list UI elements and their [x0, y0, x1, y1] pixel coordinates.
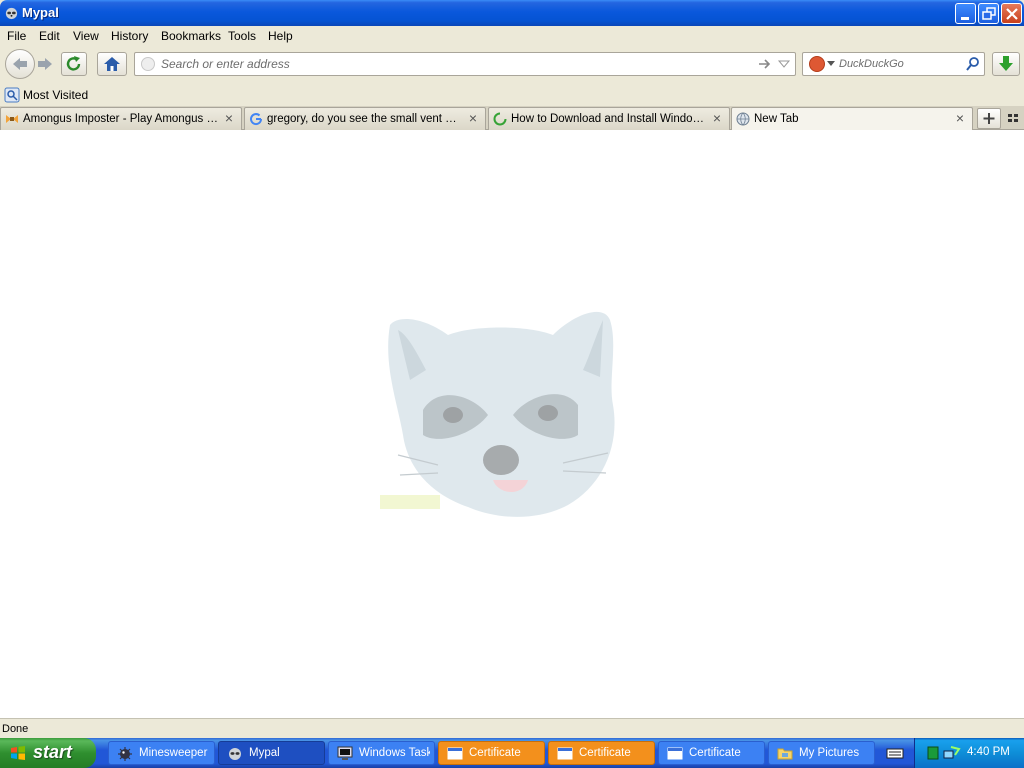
menu-bar: File Edit View History Bookmarks Tools H…: [0, 26, 1024, 46]
address-bar[interactable]: [134, 52, 796, 76]
taskbar-item-certificate-1[interactable]: Certificate: [438, 741, 545, 765]
home-button[interactable]: [97, 52, 127, 76]
raccoon-icon: [5, 7, 18, 20]
search-input[interactable]: [839, 56, 963, 72]
start-button[interactable]: start: [0, 738, 96, 768]
minimize-icon: [961, 17, 969, 20]
task-label: Certificate: [689, 747, 741, 759]
menu-bookmarks[interactable]: Bookmarks: [161, 29, 221, 43]
identity-globe-icon: [141, 57, 155, 71]
start-label: start: [33, 742, 73, 762]
task-manager-icon: [337, 746, 353, 760]
clock[interactable]: 4:40 PM: [967, 746, 1010, 758]
tab-label: Amongus Imposter - Play Amongus Imposter: [23, 113, 219, 125]
tab-close-icon[interactable]: ×: [222, 111, 236, 125]
taskbar-item-certificate-3[interactable]: Certificate: [658, 741, 765, 765]
task-label: Certificate: [579, 747, 631, 759]
menu-tools[interactable]: Tools: [228, 29, 256, 43]
taskbar-item-certificate-2[interactable]: Certificate: [548, 741, 655, 765]
task-label: My Pictures: [799, 747, 860, 759]
tab-windows-xp-download[interactable]: How to Download and Install Windows XP ×: [488, 107, 730, 130]
tray-app-icon[interactable]: [927, 746, 939, 760]
dropdown-arrow-icon[interactable]: [777, 58, 791, 70]
close-icon: [1006, 8, 1018, 20]
downloads-button[interactable]: [992, 52, 1020, 76]
tab-amongus[interactable]: Amongus Imposter - Play Amongus Imposter…: [0, 107, 242, 130]
forward-arrow-icon: [38, 58, 52, 70]
menu-view[interactable]: View: [73, 29, 99, 43]
taskbar-item-task-manager[interactable]: Windows Task Manager: [328, 741, 435, 765]
grid-icon: [1008, 114, 1018, 122]
task-label: Windows Task Manager: [359, 747, 430, 759]
go-arrow-icon[interactable]: [757, 57, 773, 71]
folder-icon: [777, 748, 793, 760]
most-visited-icon: [4, 87, 20, 103]
tab-label: How to Download and Install Windows XP: [511, 113, 707, 125]
tab-label: New Tab: [754, 113, 799, 125]
duckduckgo-icon[interactable]: [809, 56, 825, 72]
tab-new-tab[interactable]: New Tab ×: [731, 107, 973, 131]
system-tray: 4:40 PM: [914, 738, 1024, 768]
menu-help[interactable]: Help: [268, 29, 293, 43]
window-icon: [557, 747, 573, 760]
url-input[interactable]: [161, 56, 751, 72]
keyboard-icon: [886, 748, 904, 759]
taskbar-item-my-pictures[interactable]: My Pictures: [768, 741, 875, 765]
search-icon[interactable]: [965, 56, 981, 72]
globe-favicon: [736, 112, 750, 126]
network-icon[interactable]: [943, 745, 961, 761]
game-favicon: [6, 115, 18, 123]
menu-file[interactable]: File: [7, 29, 26, 43]
taskbar-item-mypal[interactable]: Mypal: [218, 741, 325, 765]
back-button[interactable]: [5, 49, 35, 79]
new-tab-page: [0, 130, 1024, 718]
reload-button[interactable]: [61, 52, 87, 76]
tab-close-icon[interactable]: ×: [953, 111, 967, 125]
loading-spinner-icon: [493, 112, 507, 126]
status-bar: Done: [0, 718, 1024, 738]
tab-label: gregory, do you see the small vent on th…: [267, 113, 463, 125]
menu-edit[interactable]: Edit: [39, 29, 60, 43]
new-tab-button[interactable]: [977, 108, 1001, 129]
engine-dropdown-icon[interactable]: [827, 61, 835, 67]
navigation-toolbar: [0, 46, 1024, 84]
all-tabs-button[interactable]: [1006, 110, 1020, 126]
mypal-raccoon-logo: [380, 311, 615, 517]
close-button[interactable]: [1001, 3, 1022, 24]
bookmark-label: Most Visited: [23, 88, 89, 102]
taskbar: start Minesweeper Mypal Windows Task Man…: [0, 738, 1024, 768]
tab-strip: Amongus Imposter - Play Amongus Imposter…: [0, 106, 1024, 131]
download-arrow-icon: [999, 56, 1013, 71]
task-label: Minesweeper: [139, 747, 208, 759]
tab-google-search[interactable]: gregory, do you see the small vent on th…: [244, 107, 486, 130]
tab-close-icon[interactable]: ×: [466, 111, 480, 125]
bookmarks-toolbar: Most Visited: [0, 84, 1024, 106]
bookmark-most-visited[interactable]: Most Visited: [4, 87, 88, 103]
window-icon: [447, 747, 463, 760]
reload-icon: [66, 56, 81, 71]
restore-icon: [982, 7, 996, 20]
window-title: Mypal: [22, 5, 59, 20]
windows-flag-icon: [11, 746, 25, 760]
taskbar-item-minesweeper[interactable]: Minesweeper: [108, 741, 215, 765]
forward-button[interactable]: [34, 53, 56, 75]
restore-button[interactable]: [978, 3, 999, 24]
title-bar[interactable]: Mypal: [0, 0, 1024, 26]
status-text: Done: [2, 723, 29, 735]
menu-history[interactable]: History: [111, 29, 148, 43]
plus-icon: [983, 113, 995, 124]
window-icon: [667, 747, 683, 760]
minesweeper-icon: [118, 747, 132, 761]
home-icon: [104, 57, 120, 71]
back-arrow-icon: [13, 58, 27, 70]
raccoon-icon: [229, 748, 241, 760]
search-bar[interactable]: [802, 52, 985, 76]
keyboard-layout-button[interactable]: [882, 743, 908, 763]
task-label: Mypal: [249, 747, 280, 759]
tab-close-icon[interactable]: ×: [710, 111, 724, 125]
task-label: Certificate: [469, 747, 521, 759]
minimize-button[interactable]: [955, 3, 976, 24]
google-favicon: [250, 113, 263, 126]
